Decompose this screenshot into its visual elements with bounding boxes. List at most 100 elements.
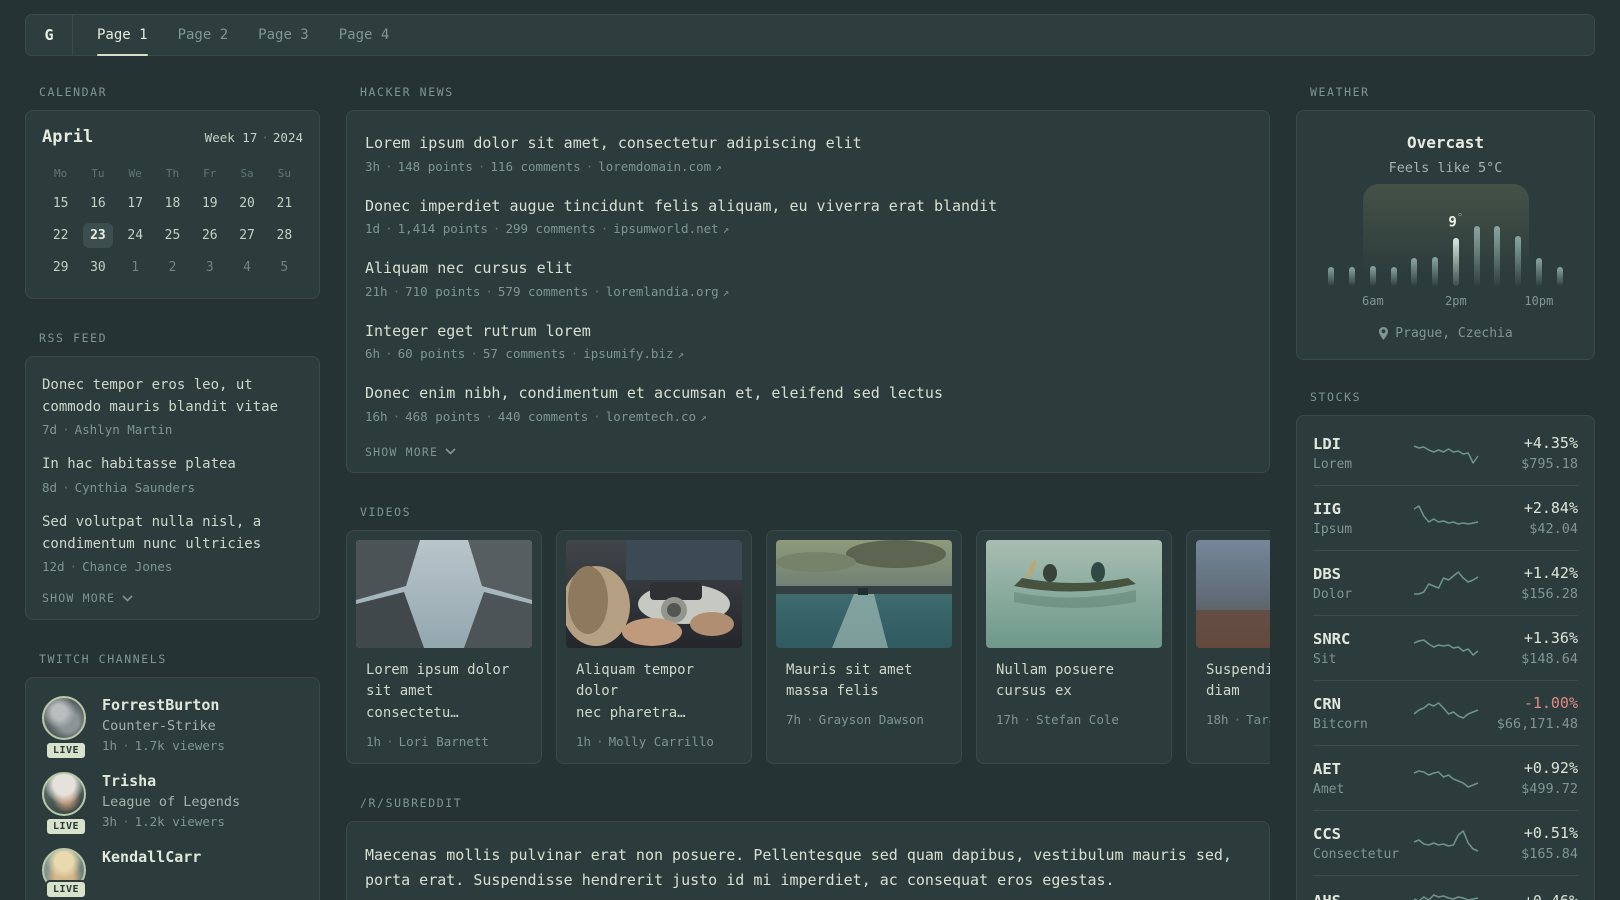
rss-item[interactable]: Sed volutpat nulla nisl, a condimentum n…: [42, 512, 303, 574]
video-card[interactable]: Mauris sit amet massa felis 7h · Grayson Da…: [766, 529, 962, 764]
hn-item-domain-link[interactable]: ipsumify.biz: [583, 346, 673, 361]
rss-item-title[interactable]: Donec tempor eros leo, ut commodo mauris…: [42, 375, 303, 418]
subreddit-post-title[interactable]: Maecenas mollis pulvinar erat non posuer…: [365, 843, 1251, 894]
hn-item-meta: 3h · 148 points · 116 comments · loremdomain.c…: [365, 158, 722, 174]
hn-item-title[interactable]: Aliquam nec cursus elit: [365, 257, 1251, 280]
video-card[interactable]: Aliquam tempor dolor nec pharetra… 1h · Mol…: [556, 529, 752, 764]
video-thumbnail[interactable]: [566, 539, 742, 648]
subreddit-section-label: /R/SUBREDDIT: [360, 795, 463, 810]
hn-item-title[interactable]: Donec imperdiet augue tincidunt felis al…: [365, 195, 1251, 218]
video-card[interactable]: Nullam posuere cursus ex 17h · Stefan Cole: [976, 529, 1172, 764]
stock-symbol[interactable]: LDI: [1313, 435, 1409, 453]
hn-show-more-button[interactable]: SHOW MORE: [365, 445, 1251, 459]
tab-page-1[interactable]: Page 1: [97, 15, 148, 56]
twitch-channel-row[interactable]: LIVE KendallCarr: [42, 848, 303, 900]
stock-symbol[interactable]: SNRC: [1313, 630, 1409, 648]
weather-bar: [1349, 267, 1356, 286]
hn-item-title[interactable]: Lorem ipsum dolor sit amet, consectetur …: [365, 132, 1251, 155]
weather-bar-slot: [1404, 198, 1425, 286]
twitch-channel-meta: 1h · 1.7k viewers: [102, 738, 225, 754]
video-card[interactable]: Suspendissediam 18h·Tara: [1186, 529, 1270, 764]
stock-change: +0.46%: [1482, 892, 1578, 900]
twitch-channel-name[interactable]: KendallCarr: [102, 848, 201, 866]
weather-bar: [1515, 236, 1522, 286]
stock-row[interactable]: SNRC Sit +1.36% $148.64: [1313, 615, 1578, 680]
hackernews-widget: Lorem ipsum dolor sit amet, consectetur …: [346, 110, 1270, 473]
stock-row[interactable]: AET Amet +0.92% $499.72: [1313, 745, 1578, 810]
weather-bar-slot: [1466, 198, 1487, 286]
weather-bar: [1411, 258, 1418, 286]
stock-sparkline: [1413, 894, 1478, 900]
stock-symbol[interactable]: DBS: [1313, 565, 1409, 583]
external-link-icon: ↗: [722, 223, 730, 236]
video-meta: 18h·Tara: [1206, 711, 1270, 727]
tab-page-4[interactable]: Page 4: [339, 15, 390, 55]
hackernews-section-label: HACKER NEWS: [360, 85, 454, 99]
rss-item[interactable]: In hac habitasse platea 8d · Cynthia Saund…: [42, 454, 303, 495]
stock-row[interactable]: CCS Consectetur +0.51% $165.84: [1313, 810, 1578, 875]
weather-bar: [1328, 267, 1335, 286]
nav-tabs: Page 1 Page 2 Page 3 Page 4: [97, 15, 390, 56]
hn-item: Integer eget rutrum lorem 6h · 60 points · 5…: [365, 320, 1251, 362]
video-title[interactable]: Mauris sit amet massa felis: [786, 660, 942, 703]
stock-row[interactable]: IIG Ipsum +2.84% $42.04: [1313, 485, 1578, 550]
video-thumbnail[interactable]: [986, 539, 1162, 648]
calendar-weekday: Mo: [54, 167, 68, 180]
stock-symbol[interactable]: CCS: [1313, 825, 1409, 843]
calendar-widget: April Week 17 · 2024 Mo Tu We Th Fr Sa Su 15 16 17 1…: [25, 110, 320, 299]
twitch-channel-row[interactable]: LIVE Trisha League of Legends 3h · 1.2k vi…: [42, 772, 303, 837]
stock-row[interactable]: DBS Dolor +1.42% $156.28: [1313, 550, 1578, 615]
hn-item-title[interactable]: Integer eget rutrum lorem: [365, 320, 1251, 343]
stock-symbol[interactable]: IIG: [1313, 500, 1409, 518]
stock-symbol[interactable]: CRN: [1313, 695, 1409, 713]
stock-symbol[interactable]: AHS: [1313, 892, 1409, 900]
rss-item[interactable]: Donec tempor eros leo, ut commodo mauris…: [42, 375, 303, 437]
calendar-day: 24: [127, 228, 144, 243]
calendar-day: 22: [52, 228, 69, 243]
subreddit-post: Maecenas mollis pulvinar erat non posuer…: [365, 843, 1251, 900]
stock-row[interactable]: AHS +0.46%: [1313, 875, 1578, 900]
twitch-channel-name[interactable]: Trisha: [102, 772, 240, 790]
video-title[interactable]: Lorem ipsum dolor sit amet consectetu…: [366, 660, 522, 725]
weather-widget: Overcast Feels like 5°C 9° 6am 2pm 10pm Pr…: [1296, 110, 1595, 360]
calendar-day: 21: [276, 196, 293, 211]
rss-show-more-button[interactable]: SHOW MORE: [42, 591, 303, 605]
stocks-section-label: STOCKS: [1310, 390, 1362, 404]
weather-bar-slot: [1487, 198, 1508, 286]
calendar-day: 4: [243, 260, 251, 275]
hn-item-meta: 1d · 1,414 points · 299 comments · ipsumworld.…: [365, 221, 730, 236]
hn-item-domain-link[interactable]: loremlandia.org: [606, 284, 719, 299]
hn-item-domain-link[interactable]: ipsumworld.net: [613, 221, 718, 236]
hn-item: Donec imperdiet augue tincidunt felis al…: [365, 195, 1251, 237]
location-pin-icon: [1379, 327, 1389, 340]
stock-row[interactable]: LDI Lorem +4.35% $795.18: [1313, 421, 1578, 485]
stock-symbol[interactable]: AET: [1313, 760, 1409, 778]
rss-item-meta: 12d · Chance Jones: [42, 559, 173, 575]
rss-item-title[interactable]: In hac habitasse platea: [42, 454, 303, 476]
rss-section: RSS FEED Donec tempor eros leo, ut commo…: [25, 331, 320, 621]
calendar-section: CALENDAR April Week 17 · 2024 Mo Tu We Th Fr Sa…: [25, 85, 320, 299]
video-title[interactable]: Suspendissediam: [1206, 660, 1270, 703]
tab-page-2[interactable]: Page 2: [178, 15, 229, 55]
tab-page-3[interactable]: Page 3: [258, 15, 309, 55]
video-thumbnail[interactable]: [1196, 539, 1270, 648]
calendar-weekday: Tu: [91, 167, 105, 180]
stock-sparkline: [1413, 702, 1478, 719]
video-thumbnail[interactable]: [776, 539, 952, 648]
twitch-channel-name[interactable]: ForrestBurton: [102, 696, 225, 714]
hn-item-title[interactable]: Donec enim nibh, condimentum et accumsan…: [365, 382, 1251, 405]
hn-item-domain-link[interactable]: loremdomain.com: [598, 159, 711, 174]
video-title[interactable]: Aliquam tempor dolor nec pharetra…: [576, 660, 732, 725]
app-logo[interactable]: G: [26, 15, 72, 55]
video-card[interactable]: Lorem ipsum dolor sit amet consectetu… 1h…: [346, 529, 542, 764]
calendar-month: April: [42, 127, 94, 147]
video-title[interactable]: Nullam posuere cursus ex: [996, 660, 1152, 703]
video-thumbnail[interactable]: [356, 539, 532, 648]
stock-row[interactable]: CRN Bitcorn -1.00% $66,171.48: [1313, 680, 1578, 745]
dashboard-page: G Page 1 Page 2 Page 3 Page 4 CALENDAR A…: [0, 0, 1620, 900]
rss-widget: Donec tempor eros leo, ut commodo mauris…: [25, 356, 320, 621]
weather-bar: [1452, 238, 1459, 286]
twitch-channel-row[interactable]: LIVE ForrestBurton Counter-Strike 1h · 1.7…: [42, 696, 303, 761]
hn-item-domain-link[interactable]: loremtech.co: [606, 409, 696, 424]
rss-item-title[interactable]: Sed volutpat nulla nisl, a condimentum n…: [42, 512, 303, 555]
